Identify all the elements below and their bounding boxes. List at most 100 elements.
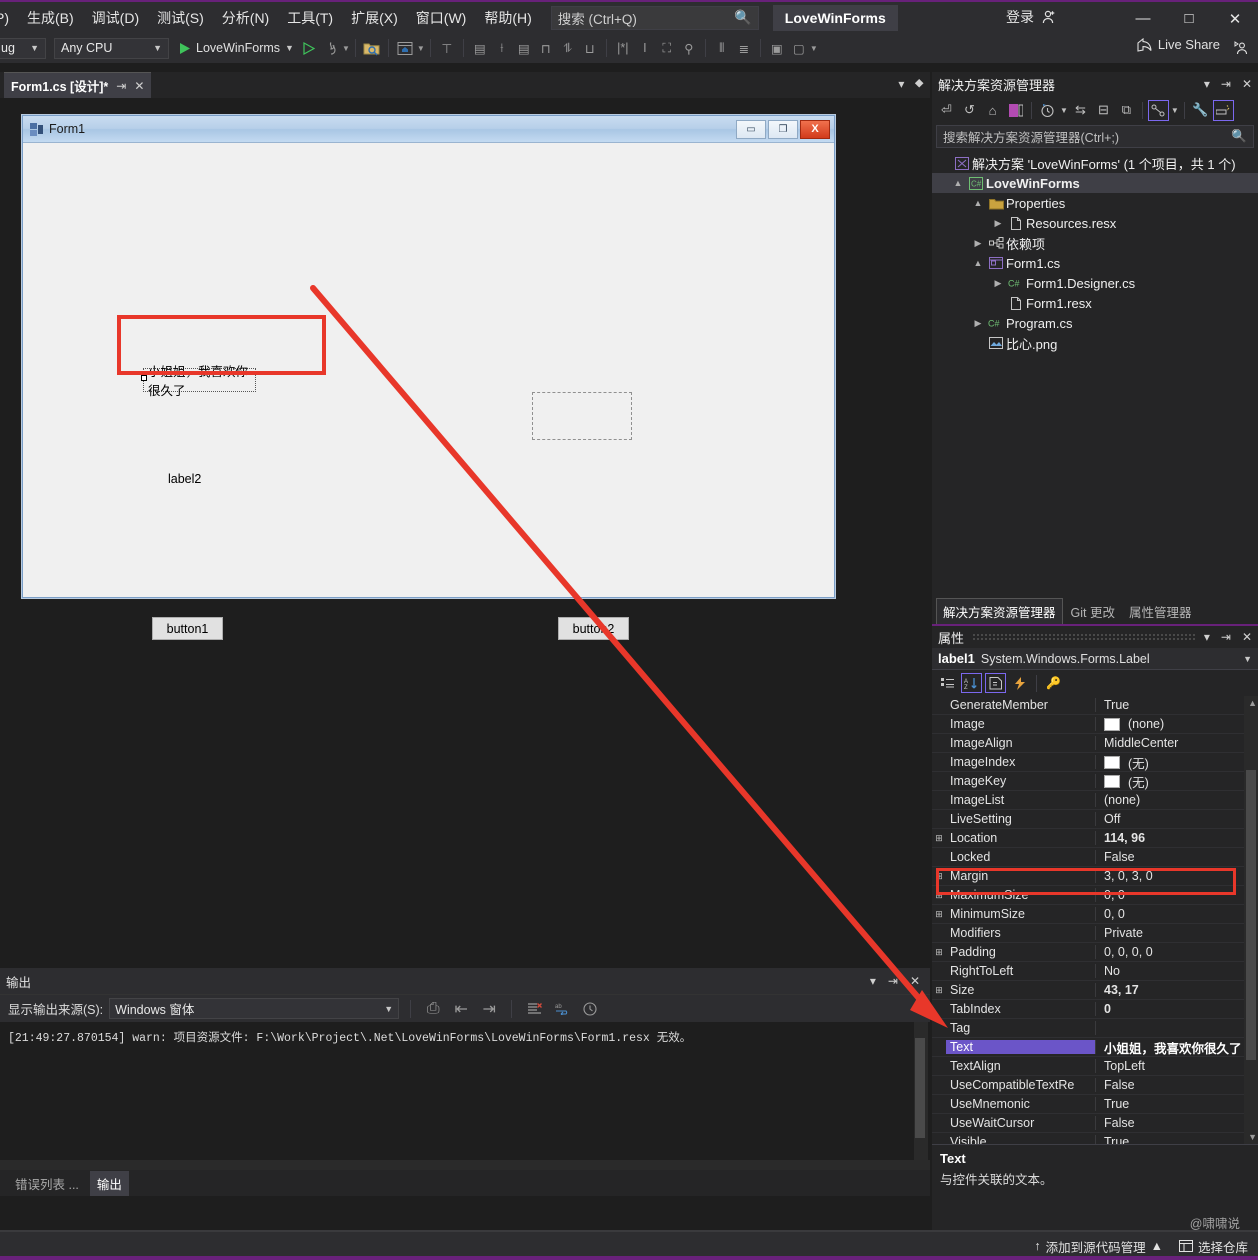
- go-to-previous-icon[interactable]: ⇤: [450, 998, 472, 1020]
- close-button[interactable]: ✕: [1212, 2, 1258, 35]
- property-value-cell[interactable]: (无): [1096, 772, 1258, 791]
- designer-button1[interactable]: button1: [152, 617, 223, 640]
- properties-grid[interactable]: GenerateMember True Image (none) ImageAl…: [932, 696, 1258, 1144]
- center-horizontally-icon[interactable]: ⫴: [711, 37, 733, 59]
- pin-icon[interactable]: ⇥: [1221, 77, 1231, 91]
- property-row[interactable]: Tag: [932, 1019, 1258, 1038]
- tab-close-icon[interactable]: ✕: [134, 79, 144, 93]
- align-lefts-icon[interactable]: ▤: [469, 37, 491, 59]
- tree-item-image-png[interactable]: 比心.png: [932, 333, 1258, 353]
- chevron-down-icon[interactable]: ▾: [898, 77, 904, 92]
- tab-form1-designer[interactable]: Form1.cs [设计]* ⇥ ✕: [4, 72, 152, 98]
- tree-item-form1-designer-cs[interactable]: ▶ C# Form1.Designer.cs: [932, 273, 1258, 293]
- collapse-all-icon[interactable]: ⊟: [1093, 100, 1114, 121]
- toggle-word-wrap-icon[interactable]: ab: [551, 998, 573, 1020]
- property-value[interactable]: 0, 0: [1096, 888, 1258, 902]
- tab-solution-explorer[interactable]: 解决方案资源管理器: [936, 597, 1063, 625]
- property-value[interactable]: 114, 96: [1096, 831, 1258, 845]
- home-window-icon[interactable]: [394, 37, 416, 59]
- menu-item-extensions[interactable]: 扩展(X): [342, 4, 407, 32]
- property-value[interactable]: False: [1096, 850, 1258, 864]
- menu-item-window[interactable]: 窗口(W): [407, 4, 476, 32]
- output-vertical-scrollbar[interactable]: [914, 1022, 928, 1174]
- property-row[interactable]: LiveSetting Off: [932, 810, 1258, 829]
- preview-selected-items-icon[interactable]: [1212, 99, 1234, 121]
- property-row[interactable]: ImageList (none): [932, 791, 1258, 810]
- tree-item-resources-resx[interactable]: ▶ Resources.resx: [932, 213, 1258, 233]
- chevron-down-icon[interactable]: ▼: [1060, 106, 1068, 115]
- close-icon[interactable]: ✕: [1242, 77, 1252, 91]
- pending-changes-icon[interactable]: [1037, 100, 1058, 121]
- properties-object-selector[interactable]: label1 System.Windows.Forms.Label ▼: [932, 648, 1258, 670]
- bring-to-front-icon[interactable]: ▣: [766, 37, 788, 59]
- selection-handle[interactable]: [141, 375, 147, 381]
- winform-maximize-button[interactable]: ❐: [768, 119, 798, 139]
- switch-views-icon[interactable]: [1005, 100, 1026, 121]
- clear-output-icon[interactable]: [523, 998, 545, 1020]
- back-icon[interactable]: ⏎: [936, 100, 957, 121]
- platform-combo[interactable]: Any CPU ▼: [54, 37, 169, 59]
- winform-close-button[interactable]: X: [800, 119, 830, 139]
- designer-button2[interactable]: button2: [558, 617, 629, 640]
- properties-scroll-thumb[interactable]: [1246, 770, 1256, 1060]
- pin-icon[interactable]: ⇥: [116, 79, 126, 93]
- scroll-down-icon[interactable]: ▼: [1248, 1132, 1257, 1142]
- property-value-cell[interactable]: (无): [1096, 753, 1258, 772]
- menu-item-help[interactable]: 帮助(H): [475, 4, 540, 32]
- twisty[interactable]: ▶: [990, 278, 1006, 289]
- property-row[interactable]: TextAlign TopLeft: [932, 1057, 1258, 1076]
- property-row[interactable]: ImageIndex (无): [932, 753, 1258, 772]
- property-row[interactable]: UseWaitCursor False: [932, 1114, 1258, 1133]
- close-icon[interactable]: ✕: [1242, 630, 1252, 644]
- property-value[interactable]: Private: [1096, 926, 1258, 940]
- property-row[interactable]: ⊞ Padding 0, 0, 0, 0: [932, 943, 1258, 962]
- tree-item-solution[interactable]: 解决方案 'LoveWinForms' (1 个项目，共 1 个): [932, 153, 1258, 173]
- property-row[interactable]: UseCompatibleTextRe False: [932, 1076, 1258, 1095]
- menu-item-build[interactable]: 生成(B): [18, 4, 83, 32]
- menu-item-test[interactable]: 测试(S): [148, 4, 213, 32]
- chevron-down-icon[interactable]: ▼: [1243, 654, 1252, 664]
- property-pages-icon[interactable]: 🔑: [1043, 673, 1064, 693]
- hot-reload-icon[interactable]: [320, 37, 342, 59]
- expander[interactable]: ⊞: [932, 909, 946, 920]
- select-repository-button[interactable]: 选择仓库: [1178, 1237, 1248, 1256]
- sync-with-active-doc-icon[interactable]: ⇆: [1070, 100, 1091, 121]
- align-rights-icon[interactable]: ▤: [513, 37, 535, 59]
- property-value[interactable]: (none): [1096, 793, 1258, 807]
- property-value[interactable]: 0, 0, 0, 0: [1096, 945, 1258, 959]
- tree-item-form1-cs[interactable]: ▲ Form1.cs: [932, 253, 1258, 273]
- property-row[interactable]: Visible True: [932, 1133, 1258, 1144]
- property-row[interactable]: Image (none): [932, 715, 1258, 734]
- property-row[interactable]: Modifiers Private: [932, 924, 1258, 943]
- designer-picturebox[interactable]: [532, 392, 632, 440]
- alphabetical-view-icon[interactable]: AZ: [961, 673, 982, 693]
- show-timestamps-icon[interactable]: [579, 998, 601, 1020]
- property-value[interactable]: True: [1096, 698, 1258, 712]
- expander[interactable]: ⊞: [932, 890, 946, 901]
- send-to-back-icon[interactable]: ▢: [788, 37, 810, 59]
- designer-label2[interactable]: label2: [168, 472, 201, 486]
- property-row[interactable]: TabIndex 0: [932, 1000, 1258, 1019]
- make-same-width-icon[interactable]: |*|: [612, 37, 634, 59]
- properties-vertical-scrollbar[interactable]: ▲ ▼: [1244, 696, 1258, 1144]
- start-without-debug-icon[interactable]: [298, 37, 320, 59]
- property-value[interactable]: 0, 0: [1096, 907, 1258, 921]
- property-value[interactable]: 3, 0, 3, 0: [1096, 869, 1258, 883]
- pin-icon[interactable]: ⇥: [1221, 630, 1231, 644]
- chevron-down-icon[interactable]: ▾: [870, 974, 876, 988]
- close-icon[interactable]: ✕: [910, 974, 920, 988]
- pin-icon[interactable]: ⇥: [888, 974, 898, 988]
- add-to-source-control-button[interactable]: ↑ 添加到源代码管理 ▲: [1034, 1237, 1163, 1256]
- properties-window-icon[interactable]: [1147, 99, 1169, 121]
- property-value[interactable]: False: [1096, 1116, 1258, 1130]
- menu-item-analyze[interactable]: 分析(N): [213, 4, 278, 32]
- twisty[interactable]: ▶: [970, 318, 986, 329]
- tab-git-changes[interactable]: Git 更改: [1065, 599, 1121, 624]
- home-icon[interactable]: ⌂: [982, 100, 1003, 121]
- property-value[interactable]: TopLeft: [1096, 1059, 1258, 1073]
- tree-item-form1-resx[interactable]: Form1.resx: [932, 293, 1258, 313]
- property-value-editor[interactable]: 小姐姐，我喜欢你很久了 ▼: [1096, 1038, 1258, 1057]
- align-tops-icon[interactable]: ⊓: [535, 37, 557, 59]
- login-area[interactable]: 登录: [1006, 7, 1058, 27]
- property-row[interactable]: ⊞ Size 43, 17: [932, 981, 1258, 1000]
